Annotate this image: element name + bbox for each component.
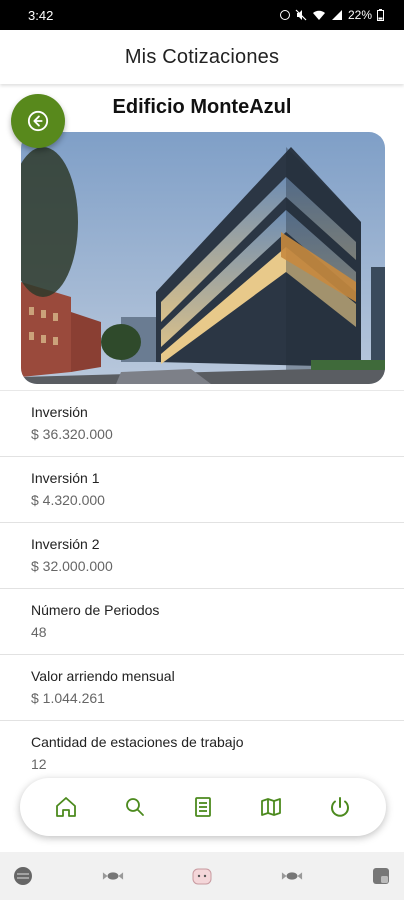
status-time: 3:42 xyxy=(28,7,54,23)
search-icon xyxy=(125,798,144,816)
page-title: Mis Cotizaciones xyxy=(124,45,280,68)
candy-icon xyxy=(281,872,302,880)
nav-quotes-button[interactable] xyxy=(181,785,225,829)
detail-value: $ 36.320.000 xyxy=(31,426,113,442)
home-icon xyxy=(56,797,77,817)
detail-label: Inversión 2 xyxy=(31,536,100,552)
list-item: Inversión 2 $ 32.000.000 xyxy=(0,522,404,588)
document-icon xyxy=(195,797,211,817)
detail-value: $ 1.044.261 xyxy=(31,690,105,706)
app-bar: Mis Cotizaciones xyxy=(0,30,404,84)
property-photo xyxy=(21,132,385,384)
detail-value: $ 4.320.000 xyxy=(31,492,105,508)
detail-label: Inversión xyxy=(31,404,88,420)
globe-icon xyxy=(14,867,32,885)
sys-app-icon-5[interactable] xyxy=(370,865,392,887)
list-item: Número de Periodos 48 xyxy=(0,588,404,654)
sys-app-icon-1[interactable] xyxy=(12,865,34,887)
sys-app-icon-4[interactable] xyxy=(281,865,303,887)
quote-details-list: Inversión $ 36.320.000 Inversión 1 $ 4.3… xyxy=(0,390,404,786)
list-item: Cantidad de estaciones de trabajo 12 xyxy=(0,720,404,786)
nav-map-button[interactable] xyxy=(249,785,293,829)
mute-icon xyxy=(295,9,307,21)
detail-label: Número de Periodos xyxy=(31,602,160,618)
sys-app-icon-3[interactable] xyxy=(191,865,213,887)
status-icons: 22% xyxy=(279,8,384,22)
list-item: Inversión $ 36.320.000 xyxy=(0,390,404,456)
bottom-navigation xyxy=(20,778,386,836)
detail-value: $ 32.000.000 xyxy=(31,558,113,574)
back-button[interactable] xyxy=(11,94,65,148)
list-item: Inversión 1 $ 4.320.000 xyxy=(0,456,404,522)
nav-logout-button[interactable] xyxy=(318,785,362,829)
signal-icon xyxy=(331,10,342,20)
nav-search-button[interactable] xyxy=(113,785,157,829)
map-icon xyxy=(261,798,282,816)
detail-value: 48 xyxy=(31,624,47,640)
alarm-icon xyxy=(279,10,290,20)
candy-icon xyxy=(102,872,123,880)
nav-home-button[interactable] xyxy=(44,785,88,829)
wifi-icon xyxy=(312,10,325,20)
detail-label: Cantidad de estaciones de trabajo xyxy=(31,734,244,750)
battery-icon xyxy=(377,9,384,21)
pig-icon xyxy=(192,868,212,885)
power-icon xyxy=(330,797,349,817)
arrow-left-circle-icon xyxy=(27,110,49,132)
list-item: Valor arriendo mensual $ 1.044.261 xyxy=(0,654,404,720)
detail-label: Valor arriendo mensual xyxy=(31,668,175,684)
detail-label: Inversión 1 xyxy=(31,470,100,486)
app-grid-icon xyxy=(373,868,389,884)
sys-app-icon-2[interactable] xyxy=(102,865,124,887)
detail-value: 12 xyxy=(31,756,47,772)
system-navigation-bar xyxy=(0,852,404,900)
status-bar: 3:42 22% xyxy=(0,0,404,30)
battery-percent: 22% xyxy=(347,8,372,22)
